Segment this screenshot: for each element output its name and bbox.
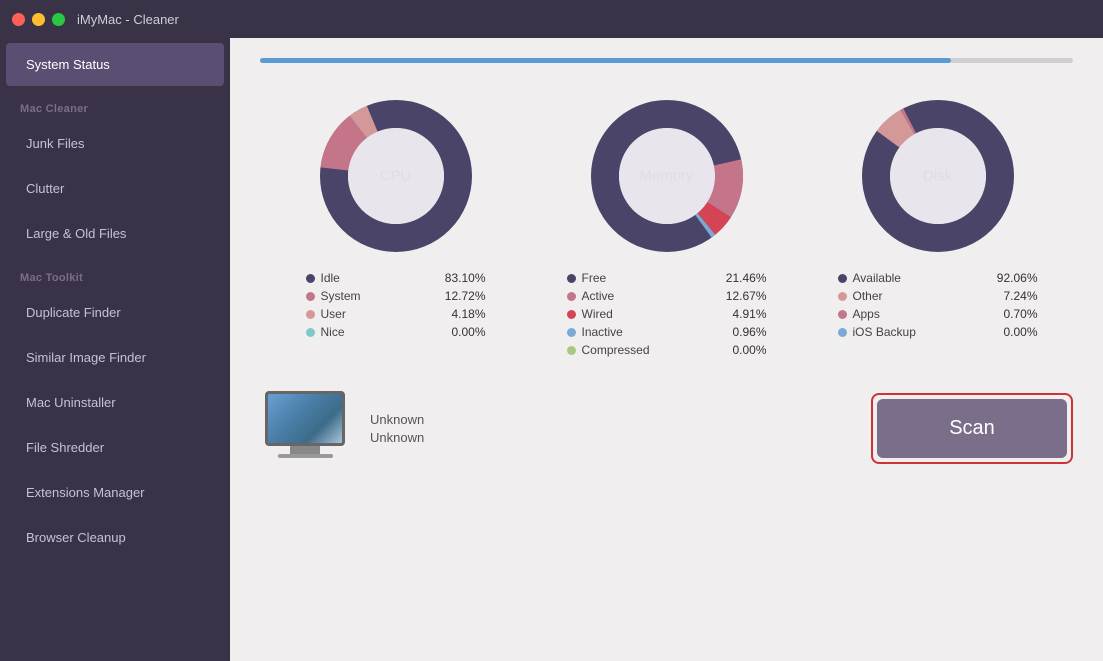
sidebar-item-extensions-manager[interactable]: Extensions Manager <box>6 471 224 514</box>
progress-bar-fill <box>260 58 951 63</box>
cpu-label: CPU <box>380 168 412 185</box>
cpu-legend-user: User 4.18% <box>306 307 486 321</box>
mac-screen <box>265 391 345 446</box>
memory-chart-item: Memory Free 21.46% Active 12.67% <box>531 91 802 361</box>
mac-stand <box>290 446 320 454</box>
sidebar-item-duplicate-finder[interactable]: Duplicate Finder <box>6 291 224 334</box>
charts-row: CPU Idle 83.10% System 12.72% <box>260 91 1073 361</box>
disk-legend-other: Other 7.24% <box>838 289 1038 303</box>
memory-legend-wired: Wired 4.91% <box>567 307 767 321</box>
scan-button[interactable]: Scan <box>877 399 1067 458</box>
memory-legend-active: Active 12.67% <box>567 289 767 303</box>
sidebar-header-mac-cleaner: Mac Cleaner <box>0 87 230 121</box>
disk-legend-ios: iOS Backup 0.00% <box>838 325 1038 339</box>
user-dot <box>306 310 315 319</box>
main-container: System Status Mac Cleaner Junk Files Clu… <box>0 38 1103 661</box>
cpu-legend: Idle 83.10% System 12.72% User 4.18% <box>306 271 486 343</box>
cpu-legend-idle: Idle 83.10% <box>306 271 486 285</box>
disk-legend-apps: Apps 0.70% <box>838 307 1038 321</box>
memory-donut: Memory <box>582 91 752 261</box>
nice-dot <box>306 328 315 337</box>
device-line2: Unknown <box>370 430 424 445</box>
memory-legend-inactive: Inactive 0.96% <box>567 325 767 339</box>
bottom-section: Unknown Unknown Scan <box>260 391 1073 466</box>
traffic-lights <box>12 13 65 26</box>
sidebar-item-junk-files[interactable]: Junk Files <box>6 122 224 165</box>
cpu-legend-system: System 12.72% <box>306 289 486 303</box>
idle-dot <box>306 274 315 283</box>
mac-base <box>278 454 333 458</box>
content-area: CPU Idle 83.10% System 12.72% <box>230 38 1103 661</box>
disk-chart-item: Disk Available 92.06% Other 7.24% <box>802 91 1073 343</box>
disk-label: Disk <box>923 168 952 185</box>
sidebar-item-large-old-files[interactable]: Large & Old Files <box>6 212 224 255</box>
cpu-legend-nice: Nice 0.00% <box>306 325 486 339</box>
sidebar-item-mac-uninstaller[interactable]: Mac Uninstaller <box>6 381 224 424</box>
maximize-button[interactable] <box>52 13 65 26</box>
device-info: Unknown Unknown <box>370 412 424 445</box>
disk-legend: Available 92.06% Other 7.24% Apps 0.70% <box>838 271 1038 343</box>
sidebar-item-clutter[interactable]: Clutter <box>6 167 224 210</box>
sidebar-item-similar-image-finder[interactable]: Similar Image Finder <box>6 336 224 379</box>
titlebar: iMyMac - Cleaner <box>0 0 1103 38</box>
memory-legend: Free 21.46% Active 12.67% Wired 4.91% <box>567 271 767 361</box>
progress-bar-container <box>260 58 1073 63</box>
memory-label: Memory <box>639 168 693 185</box>
minimize-button[interactable] <box>32 13 45 26</box>
sidebar-item-browser-cleanup[interactable]: Browser Cleanup <box>6 516 224 559</box>
sidebar-item-system-status[interactable]: System Status <box>6 43 224 86</box>
scan-button-wrapper: Scan <box>871 393 1073 464</box>
app-title: iMyMac - Cleaner <box>77 12 179 27</box>
sidebar-header-mac-toolkit: Mac Toolkit <box>0 256 230 290</box>
device-line1: Unknown <box>370 412 424 427</box>
mac-display-icon <box>260 391 350 466</box>
memory-legend-free: Free 21.46% <box>567 271 767 285</box>
disk-legend-available: Available 92.06% <box>838 271 1038 285</box>
sidebar: System Status Mac Cleaner Junk Files Clu… <box>0 38 230 661</box>
cpu-donut: CPU <box>311 91 481 261</box>
close-button[interactable] <box>12 13 25 26</box>
cpu-chart-item: CPU Idle 83.10% System 12.72% <box>260 91 531 343</box>
sidebar-item-file-shredder[interactable]: File Shredder <box>6 426 224 469</box>
disk-donut: Disk <box>853 91 1023 261</box>
system-dot <box>306 292 315 301</box>
memory-legend-compressed: Compressed 0.00% <box>567 343 767 357</box>
